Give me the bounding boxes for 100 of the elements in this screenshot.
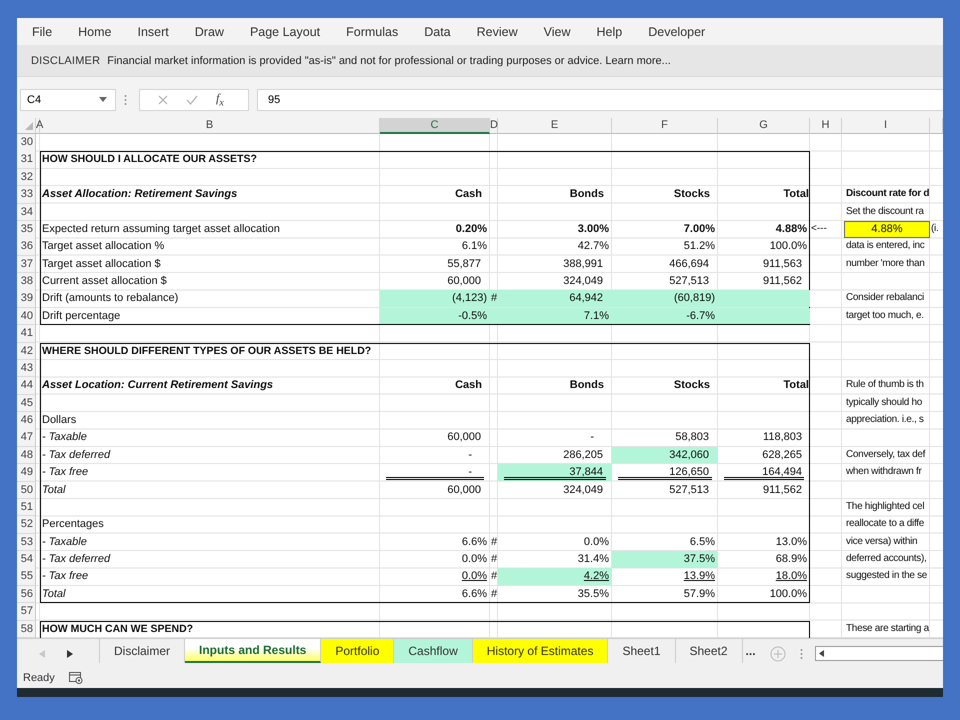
row-label: Drift percentage bbox=[41, 308, 122, 324]
row-number[interactable]: 33 bbox=[17, 186, 36, 204]
menu-item[interactable]: Page Layout bbox=[250, 24, 320, 38]
table-cell: (4,123) bbox=[380, 290, 490, 307]
scroll-left-icon[interactable] bbox=[818, 650, 824, 657]
table-cell-text: 388,991 bbox=[562, 256, 604, 272]
note-text: target too much, e. bbox=[845, 308, 925, 323]
note-text: Rule of thumb is th bbox=[845, 378, 925, 392]
row-number[interactable]: 49 bbox=[17, 464, 36, 482]
row-number[interactable]: 41 bbox=[17, 325, 36, 343]
table-cell-text: 911,563 bbox=[762, 256, 803, 272]
column-heading: Bonds bbox=[568, 378, 605, 394]
cancel-icon[interactable] bbox=[158, 94, 168, 104]
menu-item[interactable]: Formulas bbox=[346, 24, 398, 38]
row-number[interactable]: 55 bbox=[17, 568, 36, 586]
sheet-tab[interactable]: Sheet2 bbox=[676, 639, 743, 663]
add-sheet-icon[interactable] bbox=[770, 646, 786, 662]
table-cell-text: 118,803 bbox=[762, 430, 803, 446]
row-number[interactable]: 46 bbox=[17, 412, 36, 430]
menu-item[interactable]: Review bbox=[476, 24, 518, 38]
table-cell-text: 4.88% bbox=[774, 222, 808, 237]
row-number[interactable]: 40 bbox=[17, 308, 36, 326]
row-number[interactable]: 54 bbox=[17, 551, 36, 568]
row-number[interactable]: 58 bbox=[17, 620, 36, 638]
table-cell-text: 3.00% bbox=[576, 222, 610, 237]
row-number[interactable]: 36 bbox=[17, 238, 36, 256]
row-number[interactable]: 43 bbox=[17, 360, 36, 378]
row-label: Expected return assuming target asset allocation bbox=[41, 222, 281, 237]
section-heading: HOW MUCH CAN WE SPEND? bbox=[41, 622, 194, 636]
menu-item[interactable]: Draw bbox=[194, 24, 224, 38]
row-label: Dollars bbox=[41, 413, 78, 428]
menu-item[interactable]: Insert bbox=[138, 24, 169, 38]
table-cell-text: 68.9% bbox=[774, 552, 808, 567]
row-number[interactable]: 31 bbox=[17, 151, 36, 169]
row-number[interactable]: 52 bbox=[17, 516, 36, 534]
menu-item[interactable]: View bbox=[544, 24, 571, 38]
column-header[interactable]: C bbox=[380, 118, 490, 134]
table-cell-text: 100.0% bbox=[768, 239, 808, 254]
check-icon[interactable] bbox=[186, 94, 198, 104]
dropdown-icon[interactable] bbox=[99, 97, 107, 102]
menu-item[interactable]: Data bbox=[424, 24, 451, 38]
row-number[interactable]: 30 bbox=[17, 134, 36, 152]
table-title: Asset Location: Current Retirement Savings bbox=[40, 378, 274, 394]
table-cell-text: 6.6% bbox=[460, 586, 488, 602]
row-label: Total bbox=[41, 586, 67, 602]
row-number[interactable]: 42 bbox=[17, 342, 36, 360]
more-icon[interactable] bbox=[800, 648, 803, 660]
row-label: Current asset allocation $ bbox=[41, 274, 168, 289]
note-text: typically should ho bbox=[845, 396, 924, 410]
row-number[interactable]: 47 bbox=[17, 429, 36, 447]
sheet-tab[interactable]: Cashflow bbox=[394, 639, 473, 663]
table-cell-text: 0.20% bbox=[454, 222, 488, 237]
scroll-right-icon[interactable] bbox=[67, 650, 73, 658]
row-number[interactable]: 38 bbox=[17, 273, 36, 290]
menu-item[interactable]: File bbox=[32, 24, 52, 38]
row-number[interactable]: 44 bbox=[17, 377, 36, 395]
horizontal-scrollbar[interactable] bbox=[814, 646, 943, 661]
table-cell-text: 6.1% bbox=[460, 239, 488, 254]
sheet-tab[interactable]: Portfolio bbox=[321, 639, 394, 663]
table-cell-text: 35.5% bbox=[576, 586, 610, 602]
menu-item[interactable]: Help bbox=[596, 24, 622, 38]
menu-item[interactable]: Home bbox=[78, 24, 112, 38]
menu-item[interactable]: Developer bbox=[648, 24, 706, 38]
column-heading: Cash bbox=[454, 378, 483, 394]
row-number[interactable]: 53 bbox=[17, 534, 36, 552]
table-cell-text: 60,000 bbox=[446, 482, 482, 498]
more-icon[interactable] bbox=[124, 94, 127, 106]
insert-function-button[interactable]: f$_{x}$ bbox=[216, 90, 224, 108]
row-number[interactable]: 57 bbox=[17, 603, 36, 621]
name-box[interactable]: C4 bbox=[20, 88, 116, 110]
row-label: Target asset allocation $ bbox=[41, 256, 162, 272]
table-cell-text: 6.5% bbox=[688, 534, 716, 550]
row-number[interactable]: 56 bbox=[17, 586, 36, 604]
table-cell-text: 13.0% bbox=[774, 534, 808, 550]
row-number[interactable]: 35 bbox=[17, 220, 36, 239]
row-number[interactable]: 32 bbox=[17, 168, 36, 186]
row-number[interactable]: 45 bbox=[17, 394, 36, 412]
note-text: These are starting a bbox=[845, 622, 930, 636]
table-cell-text: 42.7% bbox=[576, 239, 610, 254]
sheet-tab[interactable]: History of Estimates bbox=[472, 639, 608, 663]
row-number[interactable]: 50 bbox=[17, 482, 36, 499]
column-heading: Total bbox=[782, 378, 810, 394]
row-number[interactable]: 39 bbox=[17, 290, 36, 308]
table-cell-text: 57.9% bbox=[682, 586, 716, 602]
note-text: suggested in the se bbox=[845, 569, 928, 584]
select-all-icon[interactable] bbox=[25, 122, 33, 130]
formula-field[interactable]: 95 bbox=[257, 88, 943, 110]
row-number[interactable]: 48 bbox=[17, 446, 36, 464]
macro-recording-icon[interactable] bbox=[68, 672, 83, 684]
row-number[interactable]: 34 bbox=[17, 204, 36, 221]
row-label: Drift (amounts to rebalance) bbox=[41, 291, 180, 306]
input-cell[interactable]: 4.88% bbox=[844, 220, 930, 238]
row-number[interactable]: 37 bbox=[17, 256, 36, 274]
section-heading: HOW SHOULD I ALLOCATE OUR ASSETS? bbox=[41, 152, 258, 168]
sheet-tab[interactable]: Inputs and Results bbox=[185, 639, 322, 663]
more-tabs-button[interactable]: ... bbox=[742, 639, 762, 663]
sheet-tab[interactable]: Sheet1 bbox=[608, 639, 676, 663]
row-number[interactable]: 51 bbox=[17, 498, 36, 516]
table-cell-text: 0.0% bbox=[460, 569, 488, 584]
table-cell: 37,844 bbox=[498, 464, 612, 481]
